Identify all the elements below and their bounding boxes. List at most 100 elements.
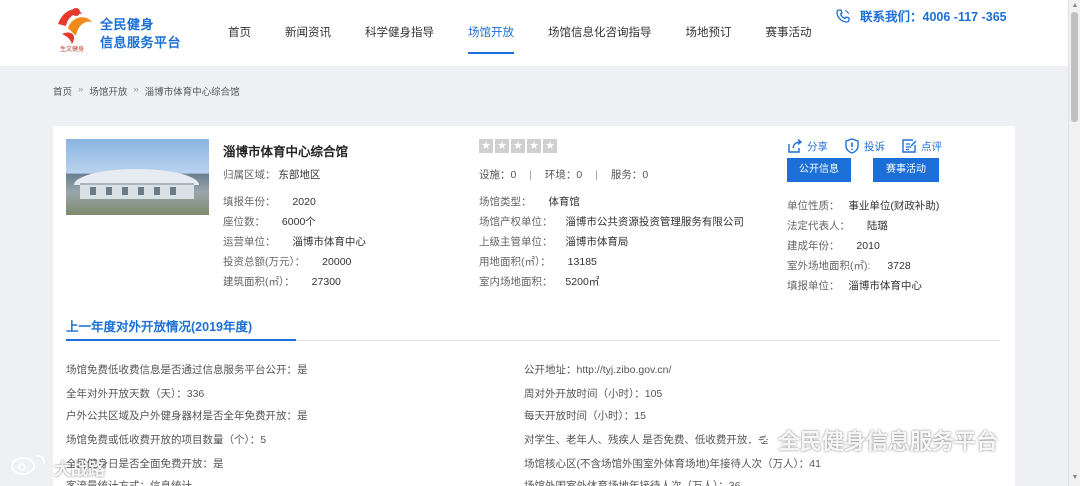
wechat-icon [748, 427, 774, 447]
field-label: 建成年份： [787, 240, 840, 252]
open-row-right-6: 场馆外围室外体育场地年接待人次（万人）：36 [524, 480, 741, 486]
scroll-down-icon[interactable]: ▼ [1071, 474, 1079, 484]
field-value: 淄博市体育中心 [292, 236, 366, 248]
field-outdoor-area: 室外场地面积(㎡): 3728 [787, 258, 911, 273]
nav-booking[interactable]: 场地预订 [686, 24, 732, 40]
edit-note-icon [902, 139, 917, 153]
review-label: 点评 [921, 140, 942, 153]
field-report-year: 填报年份： 2020 [223, 194, 316, 209]
nav-events[interactable]: 赛事活动 [766, 24, 812, 40]
field-label: 单位性质： [787, 200, 840, 212]
star-icon[interactable]: ★ [479, 139, 493, 153]
venue-actions: 分享 投诉 点评 [787, 138, 958, 154]
contact-info: 联系我们：4006 -117 -365 [836, 6, 1007, 25]
scroll-up-icon[interactable]: ▲ [1071, 2, 1079, 12]
field-investment: 投资总额(万元）： 20000 [223, 254, 351, 269]
venue-name: 淄博市体育中心综合馆 [223, 145, 349, 159]
star-icon[interactable]: ★ [511, 139, 525, 153]
open-row-right-4: 对学生、老年人、残疾人 是否免费、低收费开放：是 [524, 434, 769, 446]
field-built-year: 建成年份： 2010 [787, 238, 880, 253]
field-reporting-unit: 填报单位： 淄博市体育中心 [787, 278, 922, 293]
rating-service: 服务：0 [610, 169, 649, 181]
venue-photo [66, 139, 209, 215]
open-row-left-3: 户外公共区域及户外健身器材是否全年免费开放：是 [66, 410, 308, 422]
field-label: 归属区域： [223, 169, 276, 181]
field-label: 建筑面积(㎡）： [223, 276, 295, 288]
nav-news[interactable]: 新闻资讯 [285, 24, 331, 40]
page-scrollbar[interactable]: ▲ ▼ [1068, 0, 1080, 486]
public-info-button[interactable]: 公开信息 [787, 158, 851, 182]
field-label: 用地面积(㎡）： [479, 256, 551, 268]
logo-subtitle: 生文健身 [60, 47, 85, 53]
field-label: 座位数： [223, 216, 265, 228]
watermark-platform: 全民健身信息服务平台 [778, 429, 999, 454]
site-header: 生文健身 全民健身 信息服务平台 首页 新闻资讯 科学健身指导 场馆开放 场馆信… [0, 0, 1068, 66]
complain-label: 投诉 [864, 140, 885, 153]
field-value: 体育馆 [548, 196, 580, 208]
field-value: 淄博市体育局 [565, 236, 629, 248]
field-building-area: 建筑面积(㎡）： 27300 [223, 274, 341, 289]
field-operator: 运营单位： 淄博市体育中心 [223, 234, 366, 249]
field-label: 运营单位： [223, 236, 276, 248]
field-label: 室外场地面积(㎡): [787, 260, 871, 272]
breadcrumb-home[interactable]: 首页 [53, 84, 72, 98]
breadcrumb: 首页 » 场馆开放 » 淄博市体育中心综合馆 [53, 84, 246, 98]
venue-region: 归属区域： 东部地区 [223, 167, 320, 182]
field-unit-nature: 单位性质： 事业单位(财政补助) [787, 198, 939, 213]
nav-home[interactable]: 首页 [228, 24, 251, 40]
review-button[interactable]: 点评 [901, 138, 942, 154]
nav-venue-open[interactable]: 场馆开放 [468, 24, 514, 54]
field-seats: 座位数： 6000个 [223, 214, 316, 229]
main-nav: 首页 新闻资讯 科学健身指导 场馆开放 场馆信息化咨询指导 场地预订 赛事活动 [228, 24, 846, 54]
field-label: 填报单位： [787, 280, 840, 292]
star-rating[interactable]: ★ ★ ★ ★ ★ [479, 139, 559, 153]
phone-icon [836, 8, 850, 23]
field-value: 淄博市公共资源投资管理服务有限公司 [565, 216, 744, 228]
open-row-right-2: 周对外开放时间（小时）：105 [524, 388, 663, 400]
share-icon [788, 138, 803, 153]
logo-title-line2: 信息服务平台 [100, 35, 182, 50]
field-value: 5200㎡ [565, 276, 600, 288]
scroll-thumb[interactable] [1071, 12, 1078, 122]
breadcrumb-separator: » [133, 84, 139, 95]
open-row-right-5: 场馆核心区(不含场馆外围室外体育场地)年接待人次（万人）：41 [524, 458, 821, 470]
share-button[interactable]: 分享 [787, 138, 828, 154]
field-indoor-area: 室内场地面积： 5200㎡ [479, 274, 599, 289]
field-value: 13185 [567, 256, 597, 268]
field-value: 20000 [322, 256, 352, 268]
star-icon[interactable]: ★ [495, 139, 509, 153]
field-value: 东部地区 [278, 169, 321, 181]
field-supervisor: 上级主管单位： 淄博市体育局 [479, 234, 628, 249]
field-value: 2020 [292, 196, 316, 208]
nav-fitness-guide[interactable]: 科学健身指导 [365, 24, 434, 40]
field-label: 室内场地面积： [479, 276, 553, 288]
field-value: 陆璐 [866, 220, 888, 232]
site-logo[interactable]: 生文健身 全民健身 信息服务平台 [52, 4, 192, 54]
open-row-right-1: 公开地址：http://tyj.zibo.gov.cn/ [524, 364, 672, 376]
field-land-area: 用地面积(㎡）： 13185 [479, 254, 597, 269]
field-value: 淄博市体育中心 [848, 280, 922, 292]
rating-environment: 环境：0 [544, 169, 583, 181]
star-icon[interactable]: ★ [543, 139, 557, 153]
field-value: 3728 [887, 260, 911, 272]
open-row-left-2: 全年对外开放天数（天）：336 [66, 388, 205, 400]
complain-button[interactable]: 投诉 [844, 138, 885, 154]
open-row-left-4: 场馆免费或低收费开放的项目数量（个）：5 [66, 434, 267, 446]
field-value: 事业单位(财政补助) [848, 200, 940, 212]
watermark-author: 大战路 [54, 460, 105, 479]
field-label: 投资总额(万元）： [223, 256, 306, 268]
breadcrumb-venue-open[interactable]: 场馆开放 [89, 84, 127, 98]
breadcrumb-current: 淄博市体育中心综合馆 [144, 87, 240, 98]
weibo-icon [11, 455, 45, 475]
nav-venue-it-consulting[interactable]: 场馆信息化咨询指导 [548, 24, 652, 40]
field-label: 上级主管单位： [479, 236, 553, 248]
contact-phone[interactable]: 联系我们：4006 -117 -365 [860, 6, 1007, 25]
events-button[interactable]: 赛事活动 [873, 158, 939, 182]
open-row-left-1: 场馆免费低收费信息是否通过信息服务平台公开：是 [66, 364, 308, 376]
star-icon[interactable]: ★ [527, 139, 541, 153]
shield-alert-icon [845, 138, 859, 154]
breadcrumb-separator: » [78, 84, 84, 95]
field-legal-rep: 法定代表人： 陆璐 [787, 218, 888, 233]
field-label: 场馆类型： [479, 196, 532, 208]
field-value: 6000个 [281, 216, 316, 228]
